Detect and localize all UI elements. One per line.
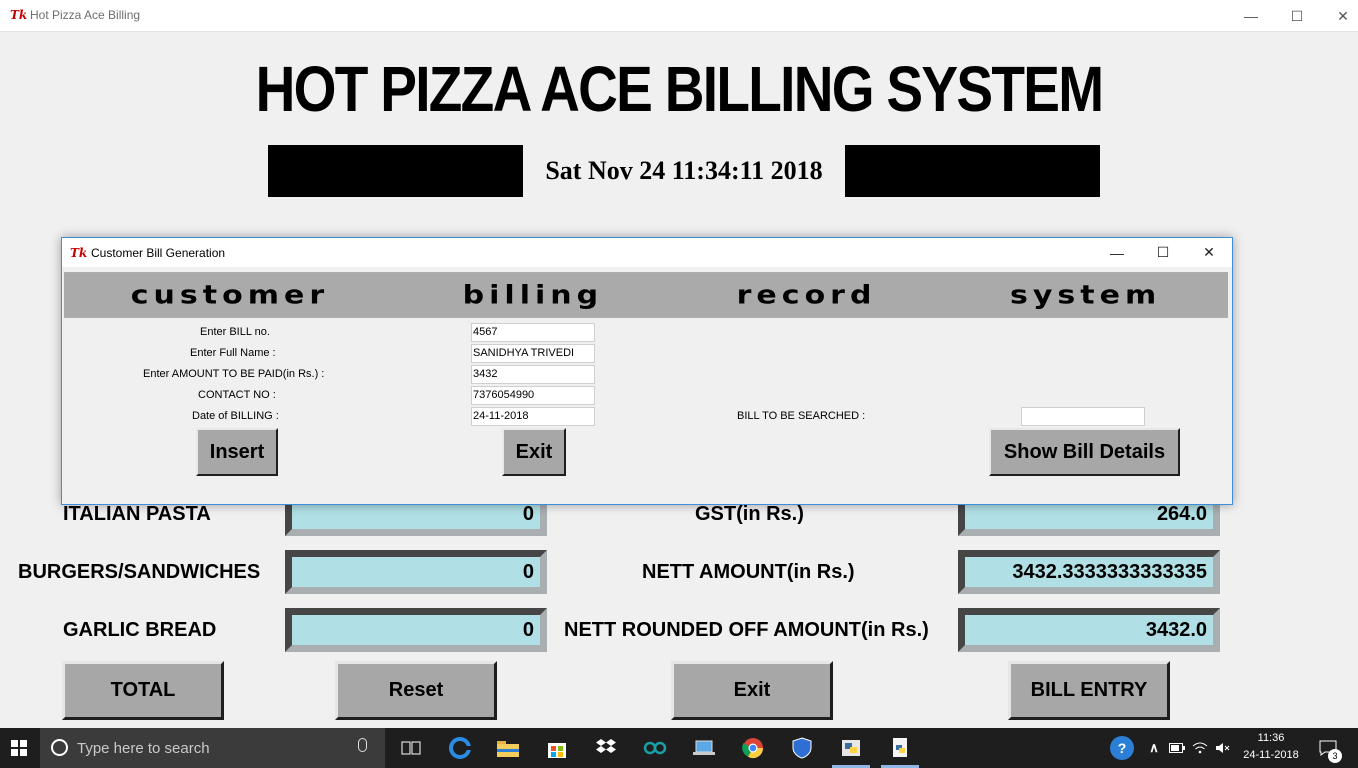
- python-idle-icon[interactable]: [837, 734, 865, 762]
- full-name-label: Enter Full Name :: [190, 347, 276, 359]
- clock-display: Sat Nov 24 11:34:11 2018: [545, 156, 823, 185]
- arduino-icon[interactable]: [641, 734, 669, 762]
- billing-date-label: Date of BILLING :: [192, 410, 279, 422]
- bill-no-input[interactable]: 4567: [471, 323, 595, 342]
- full-name-input[interactable]: SANIDHYA TRIVEDI: [471, 344, 595, 363]
- tk-logo-icon: Tk: [70, 246, 88, 260]
- window-titlebar: Tk Hot Pizza Ace Billing — ☐ ✕: [0, 0, 1358, 32]
- dialog-banner: CUSTOMER BILLING RECORD SYSTEM: [64, 272, 1228, 318]
- burgers-label: BURGERS/SANDWICHES: [18, 561, 261, 583]
- garlic-bread-field[interactable]: 0: [285, 608, 547, 652]
- close-button[interactable]: ✕: [1320, 0, 1358, 32]
- black-bar-right: [845, 145, 1100, 197]
- microphone-icon[interactable]: [358, 738, 367, 752]
- amount-label: Enter AMOUNT TO BE PAID(in Rs.) :: [143, 368, 325, 380]
- rounded-amount-label: NETT ROUNDED OFF AMOUNT(in Rs.): [564, 619, 929, 641]
- page-title: HOT PIZZA ACE BILLING SYSTEM: [255, 53, 1104, 125]
- cortana-icon: [51, 739, 68, 756]
- nett-amount-label: NETT AMOUNT(in Rs.): [642, 561, 855, 583]
- taskbar-search-box[interactable]: Type here to search: [40, 728, 385, 768]
- bill-no-label: Enter BILL no.: [200, 326, 270, 338]
- taskbar: Type here to search ? ∧ 11:36 24-11-2018…: [0, 728, 1358, 768]
- mcafee-icon[interactable]: [788, 734, 816, 762]
- store-icon[interactable]: [543, 734, 571, 762]
- dialog-close-button[interactable]: ✕: [1186, 238, 1232, 267]
- banner-word: RECORD: [736, 280, 877, 310]
- billing-date-input[interactable]: 24-11-2018: [471, 407, 595, 426]
- customer-bill-dialog: Tk Customer Bill Generation — ☐ ✕ CUSTOM…: [61, 237, 1233, 505]
- edge-icon[interactable]: [446, 734, 474, 762]
- tk-logo-icon: Tk: [10, 8, 28, 22]
- reset-button[interactable]: Reset: [335, 661, 497, 720]
- dialog-minimize-button[interactable]: —: [1094, 238, 1140, 267]
- amount-input[interactable]: 3432: [471, 365, 595, 384]
- rounded-amount-field[interactable]: 3432.0: [958, 608, 1220, 652]
- show-bill-details-button[interactable]: Show Bill Details: [989, 428, 1180, 476]
- contact-no-input[interactable]: 7376054990: [471, 386, 595, 405]
- total-button[interactable]: TOTAL: [62, 661, 224, 720]
- bill-search-input[interactable]: [1021, 407, 1145, 426]
- bill-search-label: BILL TO BE SEARCHED :: [737, 410, 866, 422]
- exit-button[interactable]: Exit: [671, 661, 833, 720]
- window-title: Hot Pizza Ace Billing: [30, 8, 141, 22]
- taskbar-date[interactable]: 24-11-2018: [1238, 749, 1304, 761]
- banner-word: BILLING: [462, 280, 604, 310]
- search-placeholder: Type here to search: [77, 740, 210, 757]
- laptop-icon[interactable]: [690, 734, 718, 762]
- dialog-exit-button[interactable]: Exit: [502, 428, 566, 476]
- banner-word: CUSTOMER: [130, 280, 330, 310]
- maximize-button[interactable]: ☐: [1274, 0, 1320, 32]
- dialog-maximize-button[interactable]: ☐: [1140, 238, 1186, 267]
- banner-word: SYSTEM: [1009, 280, 1162, 310]
- volume-muted-icon[interactable]: [1209, 734, 1237, 762]
- notification-count: 3: [1328, 749, 1342, 763]
- dialog-title: Customer Bill Generation: [91, 246, 226, 260]
- python-file-icon[interactable]: [886, 734, 914, 762]
- file-explorer-icon[interactable]: [494, 734, 522, 762]
- task-view-icon[interactable]: [397, 734, 425, 762]
- chrome-icon[interactable]: [739, 734, 767, 762]
- black-bar-left: [268, 145, 523, 197]
- taskbar-time[interactable]: 11:36: [1238, 732, 1304, 744]
- burgers-field[interactable]: 0: [285, 550, 547, 594]
- windows-logo-icon: [11, 740, 27, 756]
- gst-label: GST(in Rs.): [695, 503, 804, 525]
- insert-button[interactable]: Insert: [196, 428, 278, 476]
- nett-amount-field[interactable]: 3432.3333333333335: [958, 550, 1220, 594]
- dialog-titlebar: Tk Customer Bill Generation — ☐ ✕: [62, 238, 1232, 267]
- garlic-bread-label: GARLIC BREAD: [63, 619, 217, 641]
- italian-pasta-label: ITALIAN PASTA: [63, 503, 211, 525]
- start-button[interactable]: [0, 728, 38, 768]
- minimize-button[interactable]: —: [1228, 0, 1274, 32]
- help-icon[interactable]: ?: [1110, 736, 1134, 760]
- contact-no-label: CONTACT NO :: [198, 389, 276, 401]
- bill-entry-button[interactable]: BILL ENTRY: [1008, 661, 1170, 720]
- dropbox-icon[interactable]: [592, 734, 620, 762]
